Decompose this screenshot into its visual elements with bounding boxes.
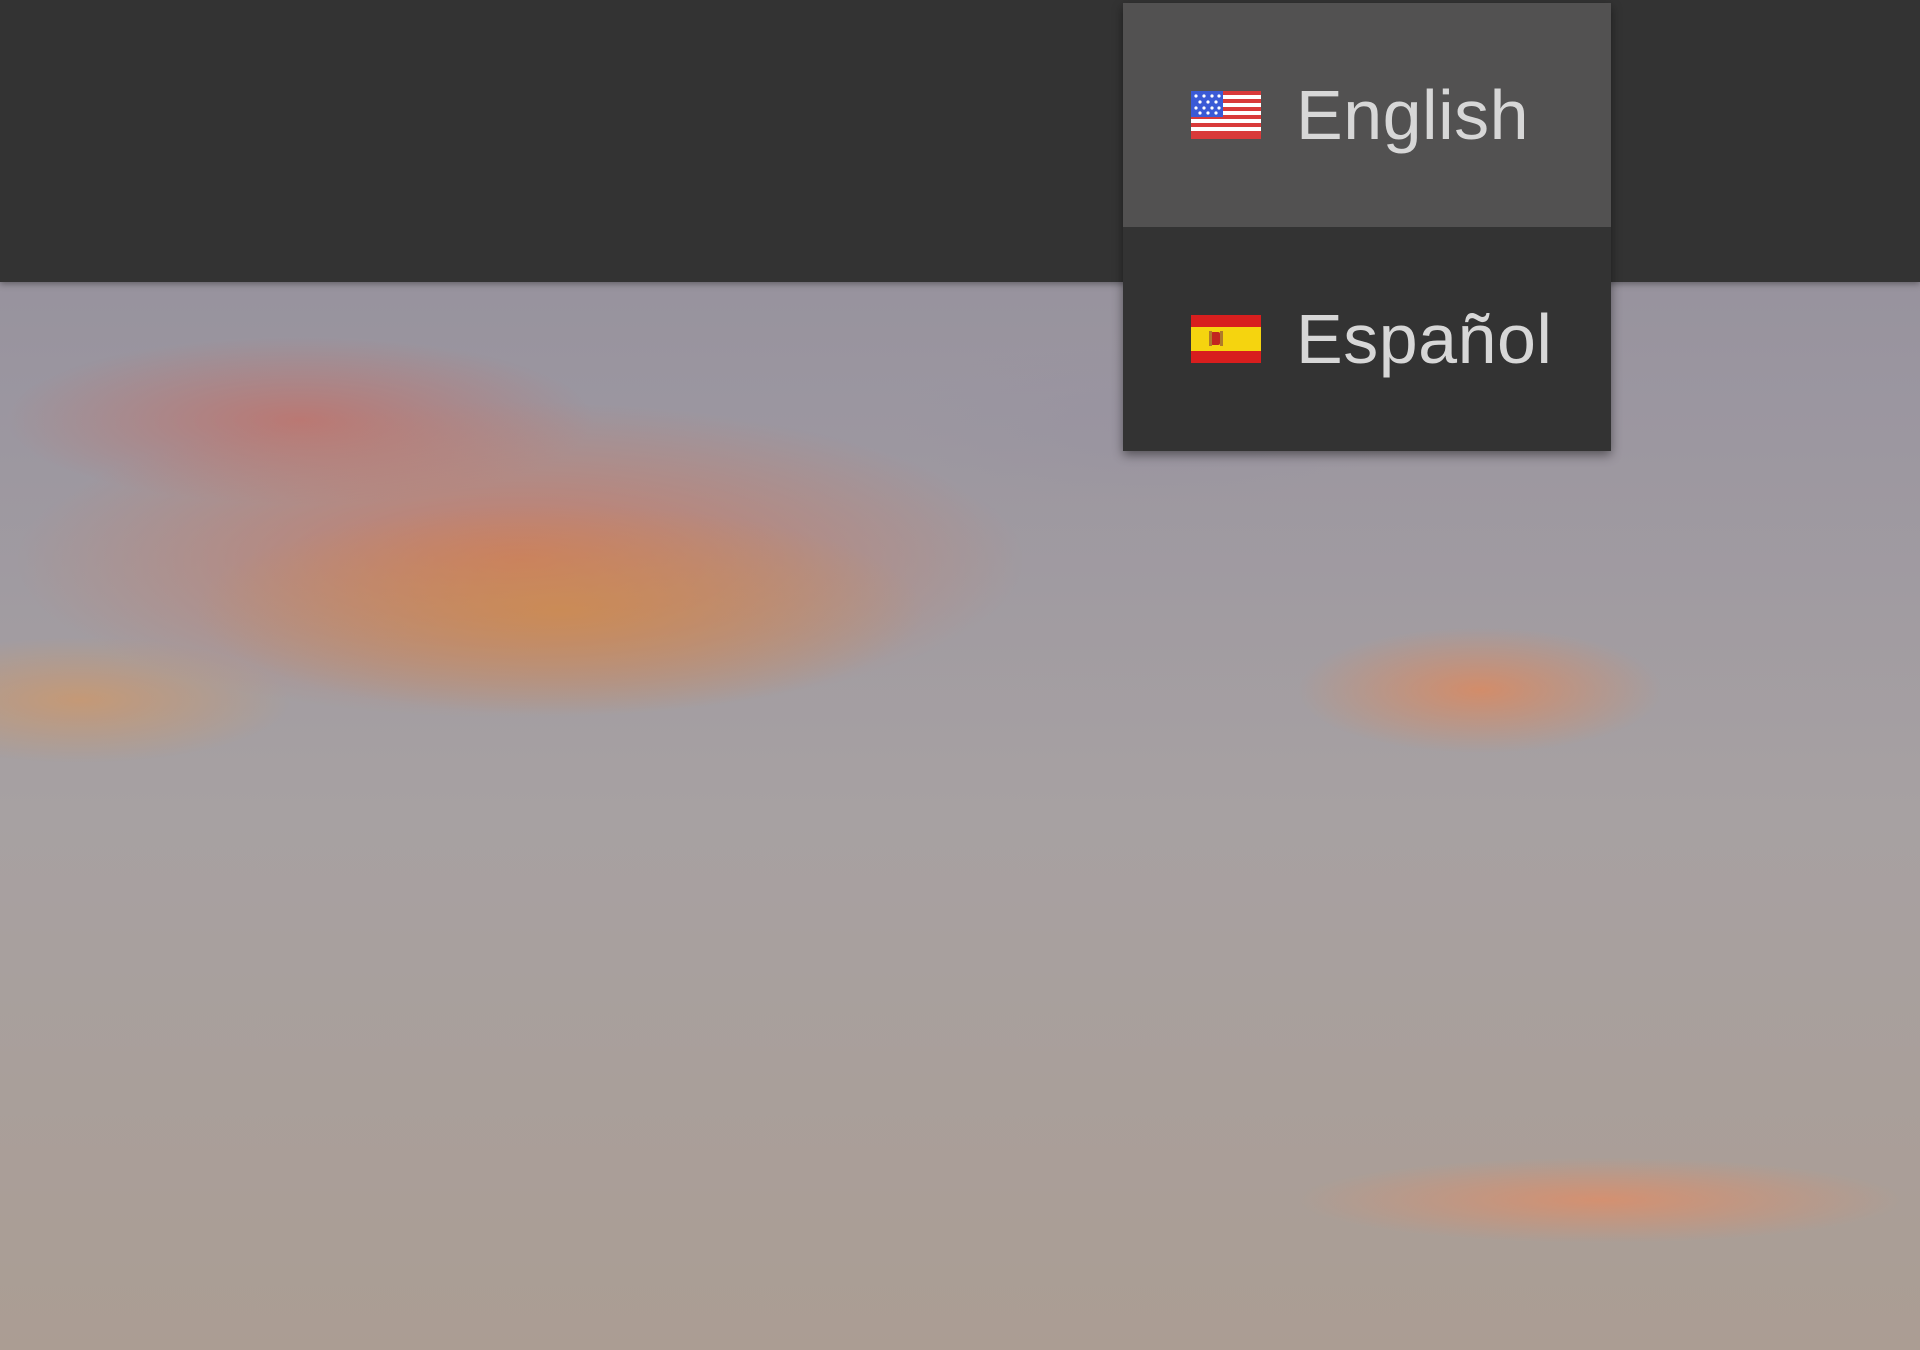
top-app-bar: [0, 0, 1920, 282]
language-option-label: English: [1296, 76, 1530, 154]
spain-flag-icon: [1191, 315, 1261, 363]
language-option-label: Español: [1296, 300, 1553, 378]
page: English Español: [0, 0, 1920, 1350]
us-flag-icon: [1191, 91, 1261, 139]
language-option-spanish[interactable]: Español: [1123, 227, 1611, 451]
language-dropdown-menu: English Español: [1123, 3, 1611, 451]
language-option-english[interactable]: English: [1123, 3, 1611, 227]
